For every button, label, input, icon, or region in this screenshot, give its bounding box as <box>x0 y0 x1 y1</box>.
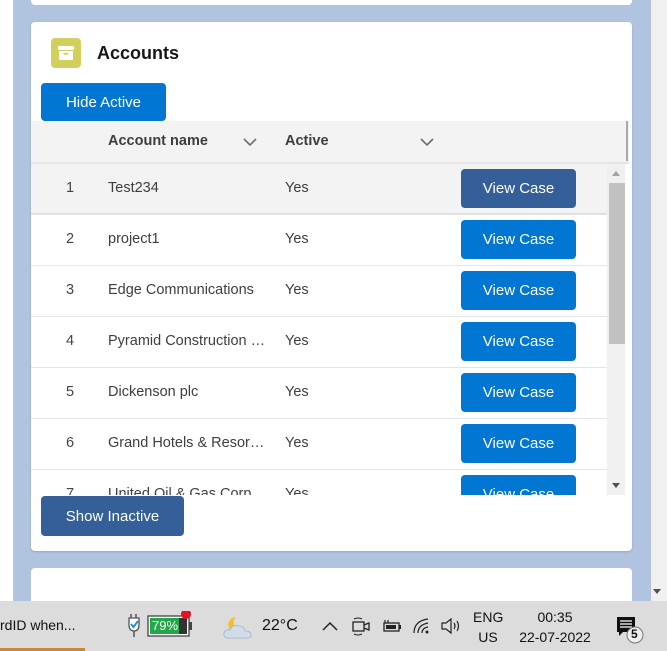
battery-icon[interactable] <box>381 615 403 637</box>
view-case-button[interactable]: View Case <box>461 169 576 208</box>
row-number: 4 <box>65 333 75 349</box>
camera-icon[interactable] <box>351 615 371 637</box>
taskbar: rdID when... 79% 22°C ENG US 00:35 22-07… <box>0 601 667 651</box>
scroll-down-arrow-icon[interactable] <box>612 483 620 488</box>
view-case-button[interactable]: View Case <box>461 271 576 310</box>
table-row[interactable]: 2 project1 Yes View Case <box>31 215 607 266</box>
view-case-button[interactable]: View Case <box>461 475 576 495</box>
table-body: 1 Test234 Yes View Case 2 project1 Yes V… <box>31 164 607 495</box>
language-code: ENG <box>473 609 504 625</box>
active-cell: Yes <box>285 384 309 400</box>
view-case-button[interactable]: View Case <box>461 373 576 412</box>
page-scroll-down-arrow-icon[interactable] <box>653 589 661 594</box>
hide-active-button[interactable]: Hide Active <box>41 83 166 121</box>
row-number: 1 <box>65 180 75 196</box>
row-number: 3 <box>65 282 75 298</box>
weather-moon-cloud-icon[interactable] <box>222 614 254 640</box>
active-cell: Yes <box>285 282 309 298</box>
temperature[interactable]: 22°C <box>262 617 298 635</box>
page-scrollbar-track[interactable] <box>651 0 667 601</box>
input-language[interactable]: ENG US <box>473 607 503 647</box>
active-cell: Yes <box>285 486 309 495</box>
battery-widget[interactable]: 79% <box>128 609 196 641</box>
volume-icon[interactable] <box>439 615 463 637</box>
table-row[interactable]: 6 Grand Hotels & Resorts Ltd Yes View Ca… <box>31 419 607 470</box>
account-name-cell: Grand Hotels & Resorts Ltd <box>108 435 268 451</box>
active-cell: Yes <box>285 231 309 247</box>
show-inactive-button[interactable]: Show Inactive <box>41 496 184 536</box>
header-divider <box>626 121 628 161</box>
row-number: 6 <box>65 435 75 451</box>
taskbar-app-button[interactable]: rdID when... <box>0 601 85 651</box>
previous-card <box>31 0 632 5</box>
account-name-cell: Test234 <box>108 180 159 196</box>
chevron-down-icon[interactable] <box>242 135 258 149</box>
left-panel-edge <box>0 0 14 601</box>
scroll-up-arrow-icon[interactable] <box>612 171 620 176</box>
notification-count: 5 <box>631 627 638 641</box>
table-row[interactable]: 1 Test234 Yes View Case <box>31 164 607 215</box>
view-case-button[interactable]: View Case <box>461 424 576 463</box>
table-scrollbar[interactable] <box>607 164 625 495</box>
account-name-cell: United Oil & Gas Corp. <box>108 486 256 495</box>
card-header: Accounts <box>51 38 179 68</box>
active-cell: Yes <box>285 333 309 349</box>
view-case-button[interactable]: View Case <box>461 220 576 259</box>
region-code: US <box>478 629 498 645</box>
active-cell: Yes <box>285 435 309 451</box>
clock-date: 22-07-2022 <box>519 629 591 645</box>
row-number: 2 <box>65 231 75 247</box>
clock[interactable]: 00:35 22-07-2022 <box>512 607 598 647</box>
row-number: 5 <box>65 384 75 400</box>
archive-box-icon <box>51 38 81 68</box>
account-name-cell: project1 <box>108 231 160 247</box>
card-title: Accounts <box>97 42 180 63</box>
active-cell: Yes <box>285 180 309 196</box>
table-row[interactable]: 5 Dickenson plc Yes View Case <box>31 368 607 419</box>
battery-percent: 79% <box>152 618 179 633</box>
accounts-card: Accounts Hide Active Account name Active… <box>31 22 632 551</box>
table-header: Account name Active <box>31 121 629 164</box>
row-number: 7 <box>65 486 75 495</box>
view-case-button[interactable]: View Case <box>461 322 576 361</box>
wifi-icon[interactable] <box>411 615 433 637</box>
table-row[interactable]: 3 Edge Communications Yes View Case <box>31 266 607 317</box>
column-header-active[interactable]: Active <box>285 133 329 149</box>
account-name-cell: Dickenson plc <box>108 384 199 400</box>
account-name-cell: Pyramid Construction Inc. <box>108 333 268 349</box>
scrollbar-thumb[interactable] <box>609 183 625 344</box>
notification-center-button[interactable]: 5 <box>614 613 648 645</box>
column-header-account-name[interactable]: Account name <box>108 133 208 149</box>
chevron-down-icon[interactable] <box>419 135 435 149</box>
chevron-up-icon[interactable] <box>320 615 340 637</box>
accounts-table: Account name Active 1 Test234 Yes View C… <box>31 121 629 495</box>
table-row[interactable]: 4 Pyramid Construction Inc. Yes View Cas… <box>31 317 607 368</box>
clock-time: 00:35 <box>537 609 573 625</box>
account-name-cell: Edge Communications <box>108 282 254 298</box>
taskbar-app-label: rdID when... <box>0 617 76 633</box>
table-row[interactable]: 7 United Oil & Gas Corp. Yes View Case <box>31 470 607 495</box>
